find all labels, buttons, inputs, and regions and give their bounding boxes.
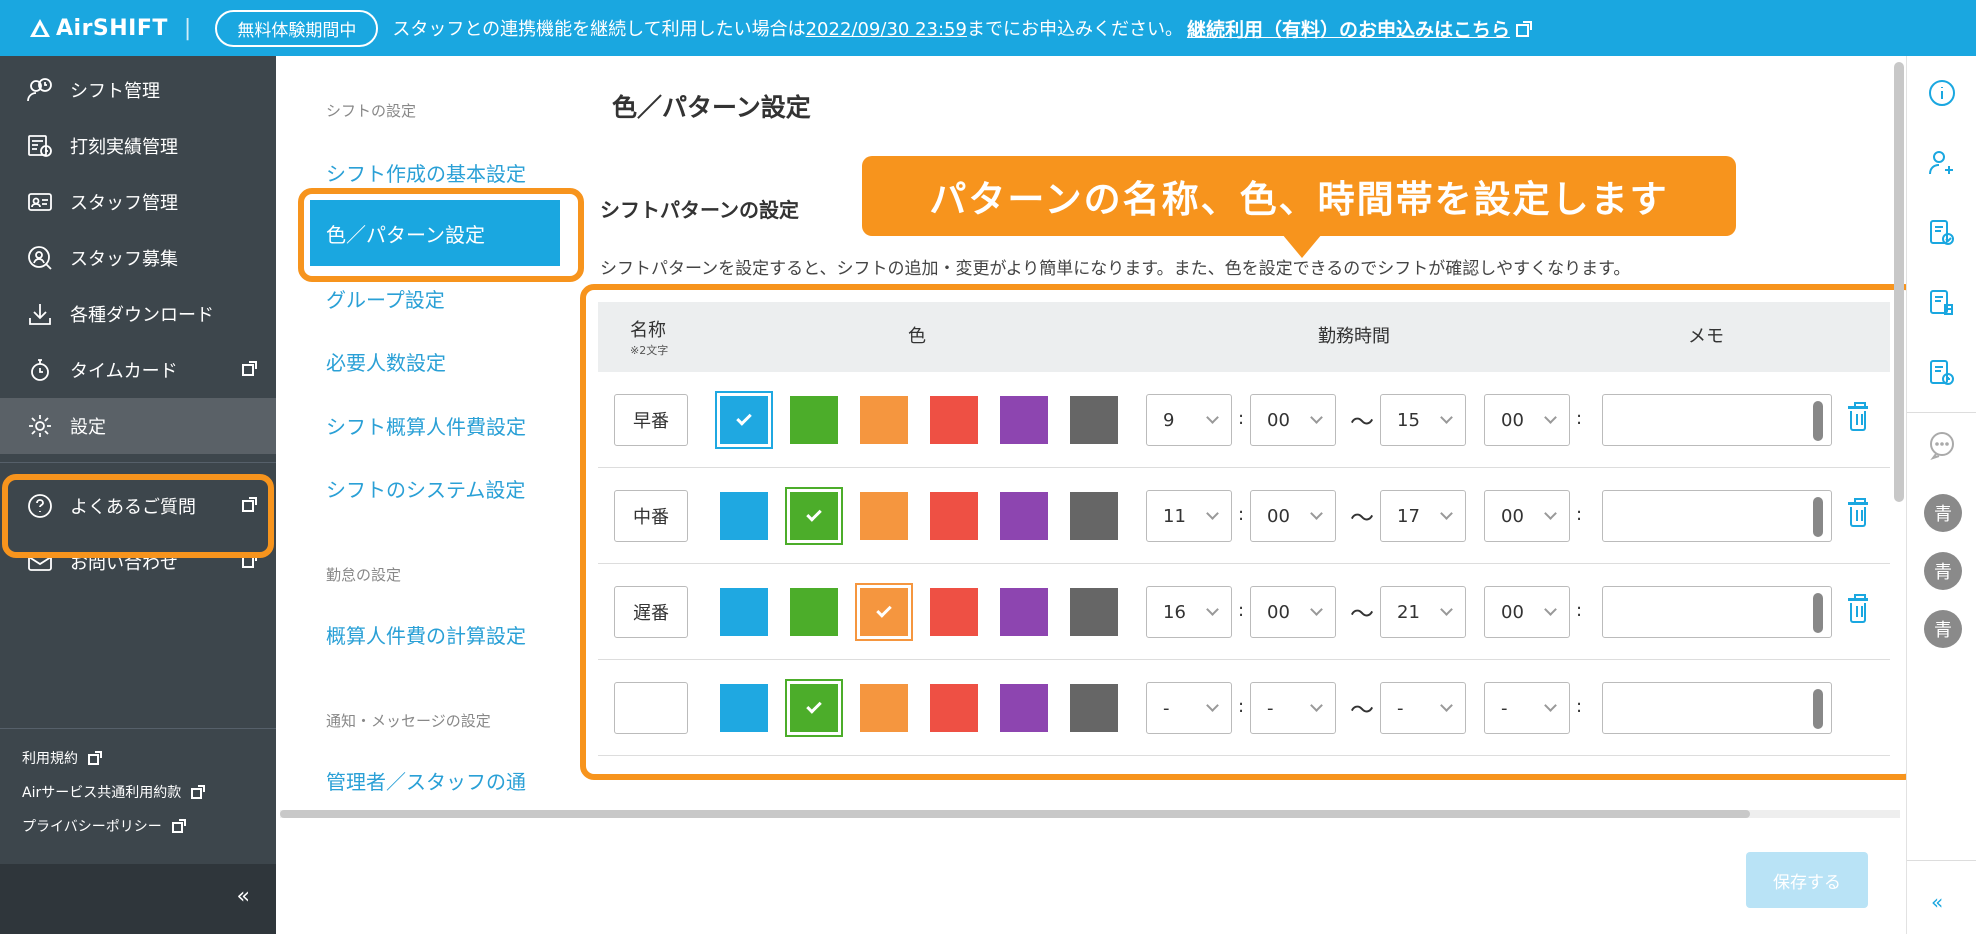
settings-subnav: シフトの設定 シフト作成の基本設定 色／パターン設定 グループ設定 必要人数設定…: [276, 56, 576, 816]
highlight-pattern-table: [580, 284, 1918, 780]
instruction-callout: パターンの名称、色、時間帯を設定します: [862, 156, 1736, 236]
vertical-scrollbar[interactable]: [1894, 62, 1904, 502]
add-user-icon[interactable]: [1927, 148, 1957, 178]
avatar[interactable]: 青: [1924, 610, 1962, 648]
sidebar-item-recruit[interactable]: スタッフ募集: [0, 230, 276, 286]
sidebar-divider: [0, 728, 276, 729]
privacy-link[interactable]: プライバシーポリシー: [22, 816, 186, 836]
highlight-color-pattern: [298, 188, 584, 282]
avatar[interactable]: 青: [1924, 494, 1962, 532]
stopwatch-icon: [26, 356, 54, 384]
airshift-logo[interactable]: AirSHIFT: [30, 16, 168, 41]
sidebar-item-settings[interactable]: 設定: [0, 398, 276, 454]
subnav-link-required[interactable]: 必要人数設定: [326, 347, 446, 376]
document-clock-icon[interactable]: [1927, 288, 1957, 318]
subnav-link-cost-calc[interactable]: 概算人件費の計算設定: [326, 620, 526, 649]
document-check-icon[interactable]: [1927, 218, 1957, 248]
subnav-link-system[interactable]: シフトのシステム設定: [326, 474, 525, 503]
trial-banner: AirSHIFT | 無料体験期間中 スタッフとの連携機能を継続して利用したい場…: [0, 0, 1976, 56]
download-icon: [26, 300, 54, 328]
chat-icon[interactable]: [1927, 430, 1957, 460]
external-link-icon: [1515, 20, 1532, 37]
document-lock-icon[interactable]: [1927, 358, 1957, 388]
sidebar-item-staff[interactable]: スタッフ管理: [0, 174, 276, 230]
air-logo-icon: [30, 19, 50, 37]
user-clock-icon: [26, 76, 54, 104]
subnav-section-attendance: 勤怠の設定: [326, 566, 402, 584]
gear-icon: [26, 412, 54, 440]
sidebar-item-shift[interactable]: シフト管理: [0, 62, 276, 118]
avatar[interactable]: 青: [1924, 552, 1962, 590]
subnav-link-group[interactable]: グループ設定: [326, 284, 445, 313]
external-link-icon: [191, 784, 206, 799]
external-link-icon: [171, 818, 186, 833]
horizontal-scrollbar[interactable]: [280, 810, 1750, 818]
sidebar-divider: [0, 462, 276, 463]
subnav-link-labor-cost[interactable]: シフト概算人件費設定: [326, 411, 526, 440]
page-title: 色／パターン設定: [612, 93, 811, 122]
rail-collapse-button[interactable]: «: [1931, 890, 1943, 914]
sidebar-item-timecard[interactable]: タイムカード: [0, 342, 276, 398]
rail-divider: [1907, 412, 1976, 413]
sidebar-item-timesheet[interactable]: 打刻実績管理: [0, 118, 276, 174]
timesheet-icon: [26, 132, 54, 160]
subnav-section-notify: 通知・メッセージの設定: [326, 712, 491, 730]
callout-pointer: [1282, 234, 1322, 258]
save-button[interactable]: 保存する: [1746, 852, 1868, 908]
section-description: シフトパターンを設定すると、シフトの追加・変更がより簡単になります。また、色を設…: [600, 259, 1631, 279]
section-title: シフトパターンの設定: [600, 198, 799, 222]
subnav-link-notify[interactable]: 管理者／スタッフの通: [326, 766, 526, 795]
service-terms-link[interactable]: Airサービス共通利用約款: [22, 782, 206, 802]
external-link-icon: [88, 750, 102, 765]
staff-card-icon: [26, 188, 54, 216]
subnav-section-shift: シフトの設定: [326, 102, 417, 120]
logo-separator: |: [183, 15, 192, 41]
sidebar-collapse-button[interactable]: «: [0, 864, 276, 934]
subscribe-link[interactable]: 継続利用（有料）のお申込みはこちら: [1187, 15, 1532, 42]
subnav-link-basic[interactable]: シフト作成の基本設定: [326, 158, 526, 187]
right-rail: 青 青 青 «: [1906, 56, 1976, 934]
user-search-icon: [26, 244, 54, 272]
highlight-settings: [2, 474, 274, 558]
external-link-icon: [242, 361, 257, 376]
double-chevron-left-icon: «: [236, 884, 250, 909]
sidebar-item-download[interactable]: 各種ダウンロード: [0, 286, 276, 342]
terms-link[interactable]: 利用規約: [22, 748, 102, 768]
info-icon[interactable]: [1927, 78, 1957, 108]
banner-notice: スタッフとの連携機能を継続して利用したい場合は2022/09/30 23:59ま…: [392, 19, 1183, 40]
trial-badge: 無料体験期間中: [215, 9, 379, 47]
rail-divider: [1907, 860, 1976, 861]
